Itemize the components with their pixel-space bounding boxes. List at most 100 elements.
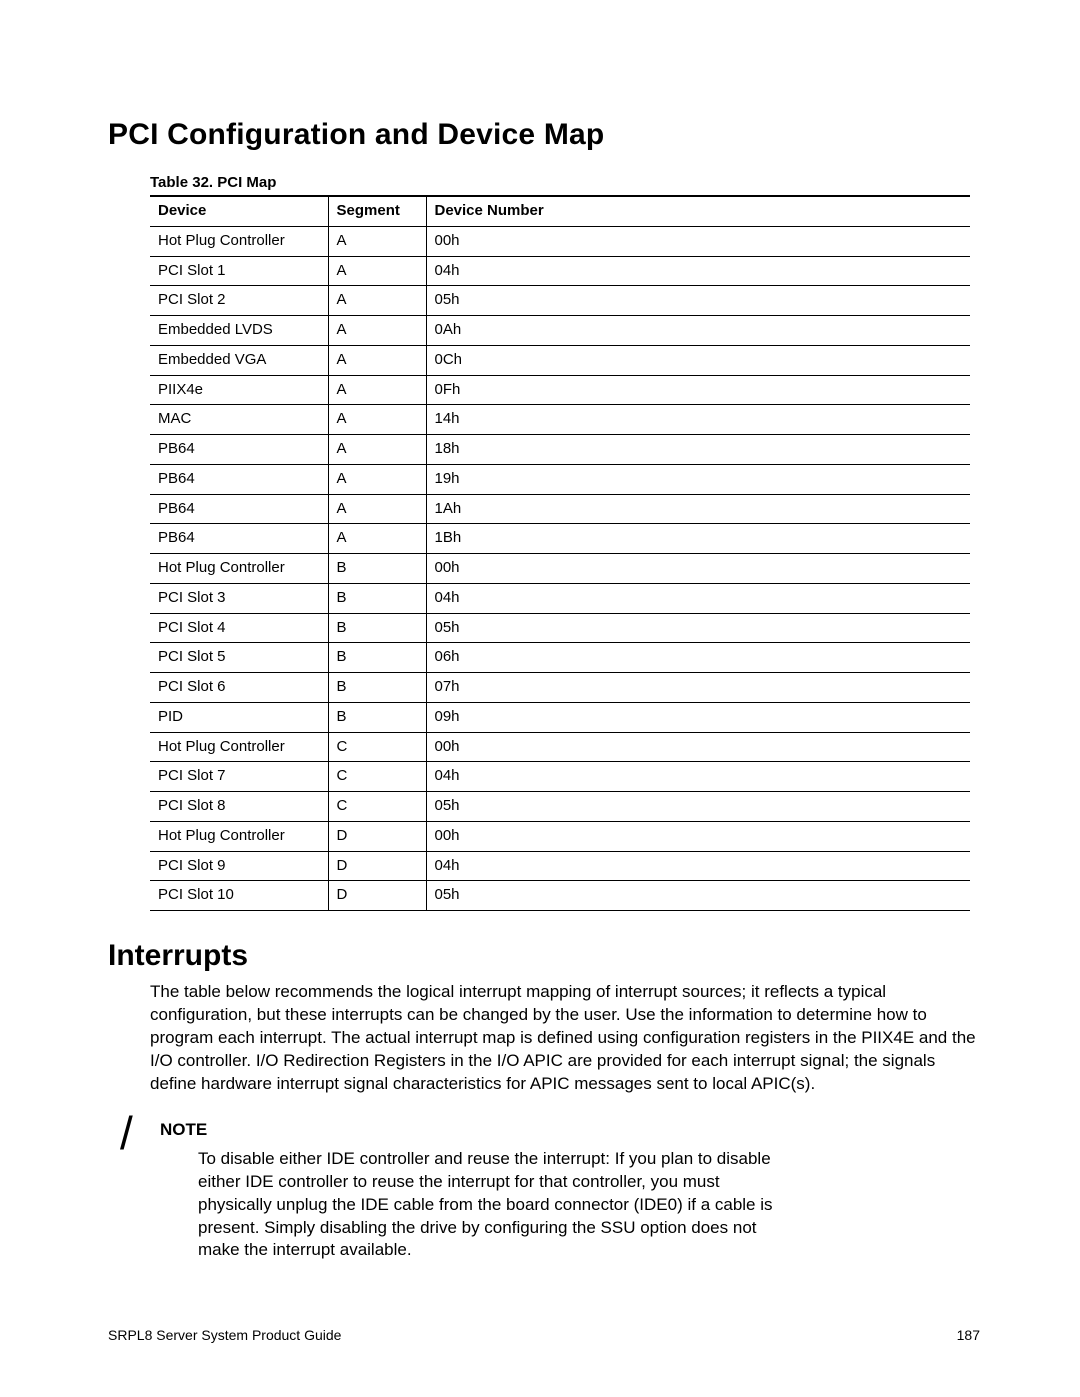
table-row: Hot Plug ControllerB00h bbox=[150, 554, 970, 584]
cell-device: PCI Slot 7 bbox=[150, 762, 328, 792]
table-row: Embedded LVDSA0Ah bbox=[150, 316, 970, 346]
table-row: PCI Slot 7C04h bbox=[150, 762, 970, 792]
heading-interrupts: Interrupts bbox=[108, 939, 980, 973]
cell-segment: A bbox=[328, 256, 426, 286]
cell-segment: B bbox=[328, 673, 426, 703]
cell-device: PCI Slot 9 bbox=[150, 851, 328, 881]
cell-device: PB64 bbox=[150, 494, 328, 524]
cell-segment: A bbox=[328, 405, 426, 435]
col-header-segment: Segment bbox=[328, 196, 426, 226]
cell-device: PCI Slot 8 bbox=[150, 792, 328, 822]
cell-number: 04h bbox=[426, 256, 970, 286]
cell-device: PCI Slot 3 bbox=[150, 583, 328, 613]
cell-number: 04h bbox=[426, 583, 970, 613]
cell-device: PCI Slot 2 bbox=[150, 286, 328, 316]
note-slash-icon: / bbox=[120, 1106, 133, 1160]
cell-device: PIIX4e bbox=[150, 375, 328, 405]
cell-segment: C bbox=[328, 732, 426, 762]
cell-segment: A bbox=[328, 524, 426, 554]
cell-number: 05h bbox=[426, 792, 970, 822]
cell-device: PB64 bbox=[150, 435, 328, 465]
cell-segment: B bbox=[328, 643, 426, 673]
table-row: PB64A18h bbox=[150, 435, 970, 465]
cell-segment: A bbox=[328, 345, 426, 375]
table-row: PCI Slot 9D04h bbox=[150, 851, 970, 881]
cell-segment: A bbox=[328, 375, 426, 405]
cell-number: 0Fh bbox=[426, 375, 970, 405]
footer-title: SRPL8 Server System Product Guide bbox=[108, 1327, 341, 1343]
note-block: / NOTE To disable either IDE controller … bbox=[150, 1120, 980, 1263]
cell-device: Embedded LVDS bbox=[150, 316, 328, 346]
table-row: PCI Slot 6B07h bbox=[150, 673, 970, 703]
table-row: PCI Slot 10D05h bbox=[150, 881, 970, 911]
page-footer: SRPL8 Server System Product Guide 187 bbox=[108, 1327, 980, 1343]
cell-number: 05h bbox=[426, 613, 970, 643]
table-caption: Table 32. PCI Map bbox=[150, 174, 980, 191]
note-heading: NOTE bbox=[160, 1120, 980, 1140]
cell-segment: A bbox=[328, 286, 426, 316]
cell-number: 0Ch bbox=[426, 345, 970, 375]
table-row: Hot Plug ControllerD00h bbox=[150, 821, 970, 851]
cell-device: Hot Plug Controller bbox=[150, 226, 328, 256]
cell-number: 00h bbox=[426, 226, 970, 256]
table-row: PB64A1Bh bbox=[150, 524, 970, 554]
cell-number: 00h bbox=[426, 554, 970, 584]
heading-pci-config: PCI Configuration and Device Map bbox=[108, 118, 980, 152]
cell-number: 09h bbox=[426, 702, 970, 732]
table-row: Hot Plug ControllerA00h bbox=[150, 226, 970, 256]
cell-device: Embedded VGA bbox=[150, 345, 328, 375]
cell-number: 00h bbox=[426, 732, 970, 762]
cell-segment: A bbox=[328, 226, 426, 256]
col-header-device: Device bbox=[150, 196, 328, 226]
cell-number: 04h bbox=[426, 851, 970, 881]
cell-number: 07h bbox=[426, 673, 970, 703]
cell-device: Hot Plug Controller bbox=[150, 732, 328, 762]
cell-segment: A bbox=[328, 316, 426, 346]
cell-segment: B bbox=[328, 554, 426, 584]
interrupts-paragraph: The table below recommends the logical i… bbox=[150, 981, 980, 1096]
cell-device: PB64 bbox=[150, 464, 328, 494]
cell-device: PCI Slot 1 bbox=[150, 256, 328, 286]
cell-device: MAC bbox=[150, 405, 328, 435]
cell-segment: D bbox=[328, 851, 426, 881]
table-row: PB64A19h bbox=[150, 464, 970, 494]
pci-map-table: Device Segment Device Number Hot Plug Co… bbox=[150, 195, 970, 911]
cell-segment: A bbox=[328, 464, 426, 494]
cell-device: Hot Plug Controller bbox=[150, 554, 328, 584]
cell-number: 00h bbox=[426, 821, 970, 851]
cell-number: 14h bbox=[426, 405, 970, 435]
cell-segment: A bbox=[328, 435, 426, 465]
cell-number: 19h bbox=[426, 464, 970, 494]
table-row: PIIX4eA0Fh bbox=[150, 375, 970, 405]
cell-segment: D bbox=[328, 821, 426, 851]
cell-segment: C bbox=[328, 762, 426, 792]
note-text: To disable either IDE controller and reu… bbox=[198, 1148, 778, 1263]
cell-number: 06h bbox=[426, 643, 970, 673]
footer-page-number: 187 bbox=[957, 1327, 980, 1343]
table-row: PB64A1Ah bbox=[150, 494, 970, 524]
table-row: PCI Slot 8C05h bbox=[150, 792, 970, 822]
table-row: PIDB09h bbox=[150, 702, 970, 732]
table-row: PCI Slot 2A05h bbox=[150, 286, 970, 316]
cell-number: 05h bbox=[426, 881, 970, 911]
cell-number: 04h bbox=[426, 762, 970, 792]
cell-device: PCI Slot 10 bbox=[150, 881, 328, 911]
cell-device: Hot Plug Controller bbox=[150, 821, 328, 851]
table-row: Embedded VGAA0Ch bbox=[150, 345, 970, 375]
cell-device: PCI Slot 4 bbox=[150, 613, 328, 643]
cell-segment: A bbox=[328, 494, 426, 524]
document-page: PCI Configuration and Device Map Table 3… bbox=[0, 0, 1080, 1262]
table-row: MACA14h bbox=[150, 405, 970, 435]
cell-number: 18h bbox=[426, 435, 970, 465]
cell-number: 1Ah bbox=[426, 494, 970, 524]
table-row: PCI Slot 1A04h bbox=[150, 256, 970, 286]
cell-device: PCI Slot 5 bbox=[150, 643, 328, 673]
table-row: PCI Slot 5B06h bbox=[150, 643, 970, 673]
table-row: PCI Slot 4B05h bbox=[150, 613, 970, 643]
cell-device: PB64 bbox=[150, 524, 328, 554]
col-header-number: Device Number bbox=[426, 196, 970, 226]
table-header-row: Device Segment Device Number bbox=[150, 196, 970, 226]
cell-segment: C bbox=[328, 792, 426, 822]
cell-segment: B bbox=[328, 583, 426, 613]
cell-segment: B bbox=[328, 613, 426, 643]
